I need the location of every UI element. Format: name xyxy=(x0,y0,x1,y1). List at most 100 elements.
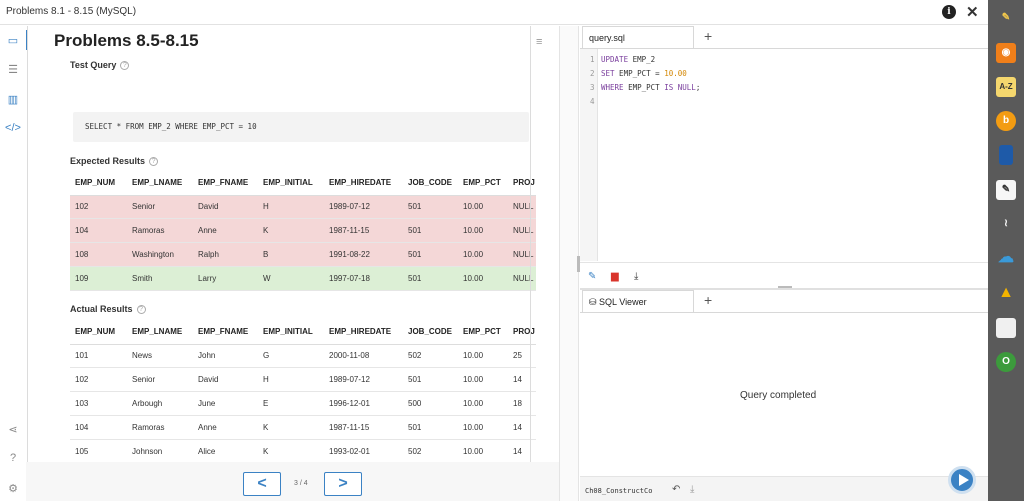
table-cell: Senior xyxy=(127,367,193,393)
table-cell: 108 xyxy=(70,242,127,267)
table-cell: 102 xyxy=(70,195,127,220)
table-cell: 104 xyxy=(70,415,127,440)
help-circle-icon[interactable]: ? xyxy=(120,61,130,70)
prev-page-button[interactable]: < xyxy=(243,472,281,496)
line-number: 2 xyxy=(590,69,595,78)
next-page-button[interactable]: > xyxy=(324,472,362,496)
code-icon[interactable]: </> xyxy=(4,122,22,138)
green-o-icon[interactable]: O xyxy=(996,352,1016,372)
table-cell: David xyxy=(193,195,258,220)
table-cell: W xyxy=(258,266,324,291)
actual-row: 104 Ramoras Anne K 1987-11-15 501 10.00 14 xyxy=(70,415,536,440)
close-icon[interactable]: ✕ xyxy=(966,3,979,21)
column-header: EMP_INITIAL xyxy=(258,320,324,345)
code-line[interactable]: UPDATE EMP_2 xyxy=(601,55,655,64)
table-cell: 10.00 xyxy=(458,266,508,291)
add-viewer-tab-button[interactable]: + xyxy=(704,292,712,308)
lesson-content[interactable]: Test Query? SELECT * FROM EMP_2 WHERE EM… xyxy=(26,52,559,488)
book-icon[interactable] xyxy=(999,145,1013,165)
table-cell: 14 xyxy=(508,415,536,440)
a-z-icon[interactable]: A-Z xyxy=(996,77,1016,97)
lesson-left-border xyxy=(27,26,28,466)
column-header: EMP_NUM xyxy=(70,320,127,345)
table-cell: Ramoras xyxy=(127,415,193,440)
test-query-label: Test Query? xyxy=(70,60,130,70)
table-cell: 104 xyxy=(70,218,127,244)
actual-header-row: EMP_NUM EMP_LNAME EMP_FNAME EMP_INITIAL EMP_… xyxy=(70,320,536,345)
help-circle-icon[interactable]: ? xyxy=(136,305,146,314)
run-button[interactable] xyxy=(948,466,976,494)
table-cell: 502 xyxy=(403,439,458,464)
audio-icon[interactable]: ≀ xyxy=(996,214,1016,234)
add-tab-button[interactable]: + xyxy=(704,28,712,44)
list-icon[interactable]: ☰ xyxy=(4,63,22,79)
tab-divider xyxy=(580,312,988,313)
database-file-name[interactable]: Ch08_ConstructCo xyxy=(585,487,652,495)
cloud-icon[interactable]: ☁ xyxy=(996,248,1016,268)
trash-icon[interactable]: ▆ xyxy=(611,271,619,282)
book-open-icon[interactable]: ▭ xyxy=(4,34,22,50)
menu-icon[interactable]: ≡ xyxy=(536,36,542,48)
note-icon[interactable]: ✎ xyxy=(996,180,1016,200)
tab-query-sql[interactable]: query.sql xyxy=(582,26,694,48)
table-cell: 1997-07-18 xyxy=(324,266,403,291)
table-cell: Washington xyxy=(127,242,193,267)
download-icon[interactable]: ⤓ xyxy=(634,271,638,282)
table-cell: 25 xyxy=(508,344,536,369)
settings-icon[interactable]: ⚙ xyxy=(4,482,22,498)
rss-icon[interactable]: ◉ xyxy=(996,43,1016,63)
table-cell: 501 xyxy=(403,218,458,244)
table-cell: 2000-11-08 xyxy=(324,344,403,369)
actual-row: 101 News John G 2000-11-08 502 10.00 25 xyxy=(70,344,536,369)
actual-row: 105 Johnson Alice K 1993-02-01 502 10.00 14 xyxy=(70,439,536,464)
orange-b-icon[interactable]: b xyxy=(996,111,1016,131)
help-icon[interactable]: ? xyxy=(4,452,22,468)
expected-header-row: EMP_NUM EMP_LNAME EMP_FNAME EMP_INITIAL EMP_… xyxy=(70,171,536,196)
expected-results-table: EMP_NUM EMP_LNAME EMP_FNAME EMP_INITIAL EMP_… xyxy=(70,171,536,291)
column-header: EMP_FNAME xyxy=(193,320,258,345)
column-header: EMP_INITIAL xyxy=(258,171,324,196)
edit-icon[interactable]: ✎ xyxy=(588,271,596,282)
table-cell: June xyxy=(193,391,258,416)
column-header: EMP_LNAME xyxy=(127,171,193,196)
pane-divider[interactable] xyxy=(559,26,580,501)
tab-label: SQL Viewer xyxy=(599,297,647,307)
test-query-text: SELECT * FROM EMP_2 WHERE EMP_PCT = 10 xyxy=(85,122,257,131)
lesson-scrollbar-track[interactable] xyxy=(530,26,531,466)
table-cell: 501 xyxy=(403,195,458,220)
tab-divider xyxy=(580,48,988,49)
pencil-icon[interactable]: ✎ xyxy=(996,8,1016,28)
table-cell: 502 xyxy=(403,344,458,369)
share-icon[interactable]: ⋖ xyxy=(4,423,22,439)
table-cell: Johnson xyxy=(127,439,193,464)
download-icon[interactable]: ⤓ xyxy=(690,484,694,495)
chart-icon[interactable]: ▥ xyxy=(4,93,22,109)
code-line[interactable]: WHERE EMP_PCT IS NULL; xyxy=(601,83,700,92)
code-token: EMP_PCT xyxy=(623,83,665,92)
window-title: Problems 8.1 - 8.15 (MySQL) xyxy=(6,6,137,17)
table-cell: Larry xyxy=(193,266,258,291)
line-number: 1 xyxy=(590,55,595,64)
column-header: EMP_HIREDATE xyxy=(324,320,403,345)
code-token: 10.00 xyxy=(664,69,687,78)
info-icon[interactable]: i xyxy=(942,5,956,19)
doc-icon[interactable] xyxy=(996,318,1016,338)
table-cell: News xyxy=(127,344,193,369)
page-count: 3 / 4 xyxy=(294,480,308,487)
viewer-resize-handle[interactable] xyxy=(778,286,792,288)
column-header: PROJ xyxy=(508,320,536,345)
line-number: 3 xyxy=(590,83,595,92)
table-cell: 10.00 xyxy=(458,218,508,244)
undo-icon[interactable]: ↶ xyxy=(672,484,680,495)
table-cell: 1993-02-01 xyxy=(324,439,403,464)
table-cell: Senior xyxy=(127,195,193,220)
expected-row: 108 Washington Ralph B 1991-08-22 501 10.00 NUL… xyxy=(70,242,536,267)
table-cell: H xyxy=(258,367,324,393)
code-line[interactable]: SET EMP_PCT = 10.00 xyxy=(601,69,687,78)
tab-sql-viewer[interactable]: ⛁ SQL Viewer xyxy=(582,290,694,312)
drive-icon[interactable]: ▲ xyxy=(996,283,1016,303)
table-cell: 501 xyxy=(403,415,458,440)
help-circle-icon[interactable]: ? xyxy=(149,157,159,166)
code-token: ; xyxy=(695,83,701,92)
table-cell: 1987-11-15 xyxy=(324,218,403,244)
